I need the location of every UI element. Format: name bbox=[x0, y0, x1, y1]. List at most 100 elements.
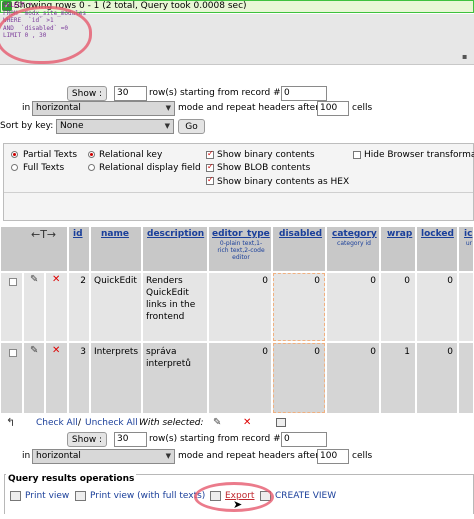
start-record-input[interactable]: 0 bbox=[281, 432, 327, 447]
chevron-down-icon: ▼ bbox=[165, 452, 171, 460]
print-icon[interactable] bbox=[10, 491, 21, 501]
cell-locked[interactable]: 0 bbox=[416, 272, 458, 342]
row-select-checkbox[interactable] bbox=[9, 278, 17, 286]
cell-editor-type[interactable]: 0 bbox=[208, 272, 272, 342]
check-all-link[interactable]: Check All bbox=[36, 416, 78, 431]
cell-category[interactable]: 0 bbox=[326, 272, 380, 342]
export-selected-icon[interactable] bbox=[276, 418, 286, 427]
create-view-link[interactable]: CREATE VIEW bbox=[275, 489, 336, 504]
print-view-full-link[interactable]: Print view (with full texts) bbox=[90, 489, 205, 504]
column-header-description[interactable]: description bbox=[142, 226, 208, 272]
column-header-wrap[interactable]: wrap bbox=[380, 226, 416, 272]
column-name[interactable]: id bbox=[73, 229, 83, 239]
uncheck-all-link[interactable]: Uncheck All bbox=[85, 416, 138, 431]
query-results-operations-title: Query results operations bbox=[6, 474, 137, 485]
sort-by-key-label: Sort by key: bbox=[0, 121, 54, 131]
rows-label: row(s) starting from record # bbox=[149, 88, 281, 98]
cells-label: cells bbox=[352, 451, 373, 461]
edit-selected-icon[interactable]: ✎ bbox=[213, 417, 221, 428]
display-mode-value: horizontal bbox=[36, 103, 81, 113]
partial-texts-radio[interactable] bbox=[11, 151, 18, 158]
start-record-input[interactable]: 0 bbox=[281, 86, 327, 101]
edit-query-icon[interactable]: ▪ bbox=[462, 52, 472, 61]
column-name[interactable]: locked bbox=[421, 229, 454, 239]
cell-ic[interactable] bbox=[458, 342, 474, 414]
relational-display-field-label: Relational display field bbox=[99, 163, 201, 173]
cell-description[interactable]: Renders QuickEdit links in the frontend bbox=[142, 272, 208, 342]
show-binary-hex-checkbox[interactable] bbox=[206, 175, 214, 185]
repeat-headers-input[interactable]: 100 bbox=[317, 101, 349, 116]
column-header-id[interactable]: id bbox=[68, 226, 90, 272]
repeat-headers-input[interactable]: 100 bbox=[317, 449, 349, 464]
column-header-disabled[interactable]: disabled bbox=[272, 226, 326, 272]
column-comment: ur bbox=[465, 240, 473, 247]
column-header-name[interactable]: name bbox=[90, 226, 142, 272]
cell-name[interactable]: QuickEdit bbox=[90, 272, 142, 342]
show-button[interactable]: Show : bbox=[67, 86, 107, 101]
cell-wrap[interactable]: 1 bbox=[380, 342, 416, 414]
delete-icon[interactable]: ✕ bbox=[52, 345, 60, 357]
cell-id[interactable]: 3 bbox=[68, 342, 90, 414]
cell-wrap[interactable]: 0 bbox=[380, 272, 416, 342]
chevron-down-icon: ▼ bbox=[165, 104, 171, 112]
column-name[interactable]: ic bbox=[464, 229, 472, 239]
column-name[interactable]: editor_type bbox=[212, 229, 270, 239]
delete-cell: ✕ bbox=[45, 272, 68, 342]
cell-locked[interactable]: 0 bbox=[416, 342, 458, 414]
rows-input[interactable]: 30 bbox=[114, 86, 147, 101]
mode-label: mode and repeat headers after bbox=[178, 451, 319, 461]
relational-key-radio[interactable] bbox=[88, 151, 95, 158]
sort-key-select[interactable]: None ▼ bbox=[56, 119, 174, 134]
in-label: in bbox=[22, 451, 31, 461]
column-comment: 0-plain text,1-rich text,2-code editor bbox=[217, 240, 265, 261]
column-header-editor-type[interactable]: editor_type 0-plain text,1-rich text,2-co… bbox=[208, 226, 272, 272]
column-header-category[interactable]: category category id bbox=[326, 226, 380, 272]
sql-annotation-circle bbox=[0, 6, 92, 64]
column-arrows-icon[interactable]: ←T→ bbox=[31, 228, 56, 241]
display-mode-select[interactable]: horizontal ▼ bbox=[32, 101, 175, 116]
cell-disabled[interactable]: 0 bbox=[272, 342, 326, 414]
show-button[interactable]: Show : bbox=[67, 432, 107, 447]
delete-selected-icon[interactable]: ✕ bbox=[243, 417, 251, 428]
cell-ic[interactable] bbox=[458, 272, 474, 342]
column-header-locked[interactable]: locked bbox=[416, 226, 458, 272]
table-row bbox=[0, 272, 23, 342]
cell-disabled[interactable]: 0 bbox=[272, 272, 326, 342]
print-full-icon[interactable] bbox=[75, 491, 86, 501]
pencil-icon[interactable]: ✎ bbox=[30, 345, 38, 357]
column-name[interactable]: category bbox=[332, 229, 377, 239]
column-name[interactable]: wrap bbox=[387, 229, 412, 239]
mode-label: mode and repeat headers after bbox=[178, 103, 319, 113]
go-button[interactable]: Go bbox=[178, 119, 205, 134]
column-name[interactable]: disabled bbox=[279, 229, 322, 239]
edit-cell: ✎ bbox=[23, 342, 45, 414]
rows-label: row(s) starting from record # bbox=[149, 434, 281, 444]
hide-browser-transformation-checkbox[interactable] bbox=[353, 151, 361, 159]
show-binary-label: Show binary contents bbox=[217, 150, 315, 160]
column-name[interactable]: name bbox=[101, 229, 129, 239]
with-selected-label: With selected: bbox=[139, 418, 204, 428]
relational-key-label: Relational key bbox=[99, 150, 163, 160]
column-header-ic[interactable]: ic ur bbox=[458, 226, 474, 272]
cell-description[interactable]: správa interpretů bbox=[142, 342, 208, 414]
export-annotation-circle bbox=[194, 482, 274, 512]
row-select-checkbox[interactable] bbox=[9, 349, 17, 357]
sort-key-value: None bbox=[60, 121, 84, 131]
relational-display-field-radio[interactable] bbox=[88, 164, 95, 171]
show-binary-hex-label: Show binary contents as HEX bbox=[217, 177, 350, 187]
cell-id[interactable]: 2 bbox=[68, 272, 90, 342]
full-texts-radio[interactable] bbox=[11, 164, 18, 171]
show-blob-checkbox[interactable] bbox=[206, 162, 214, 172]
options-divider bbox=[4, 192, 473, 193]
hide-browser-transformation-label: Hide Browser transformation bbox=[364, 150, 474, 160]
rows-input[interactable]: 30 bbox=[114, 432, 147, 447]
column-name[interactable]: description bbox=[147, 229, 204, 239]
show-binary-checkbox[interactable] bbox=[206, 149, 214, 159]
delete-icon[interactable]: ✕ bbox=[52, 274, 60, 286]
display-mode-select[interactable]: horizontal ▼ bbox=[32, 449, 175, 464]
cell-editor-type[interactable]: 0 bbox=[208, 342, 272, 414]
print-view-link[interactable]: Print view bbox=[25, 489, 69, 504]
cell-category[interactable]: 0 bbox=[326, 342, 380, 414]
cell-name[interactable]: Interprets bbox=[90, 342, 142, 414]
pencil-icon[interactable]: ✎ bbox=[30, 274, 38, 286]
